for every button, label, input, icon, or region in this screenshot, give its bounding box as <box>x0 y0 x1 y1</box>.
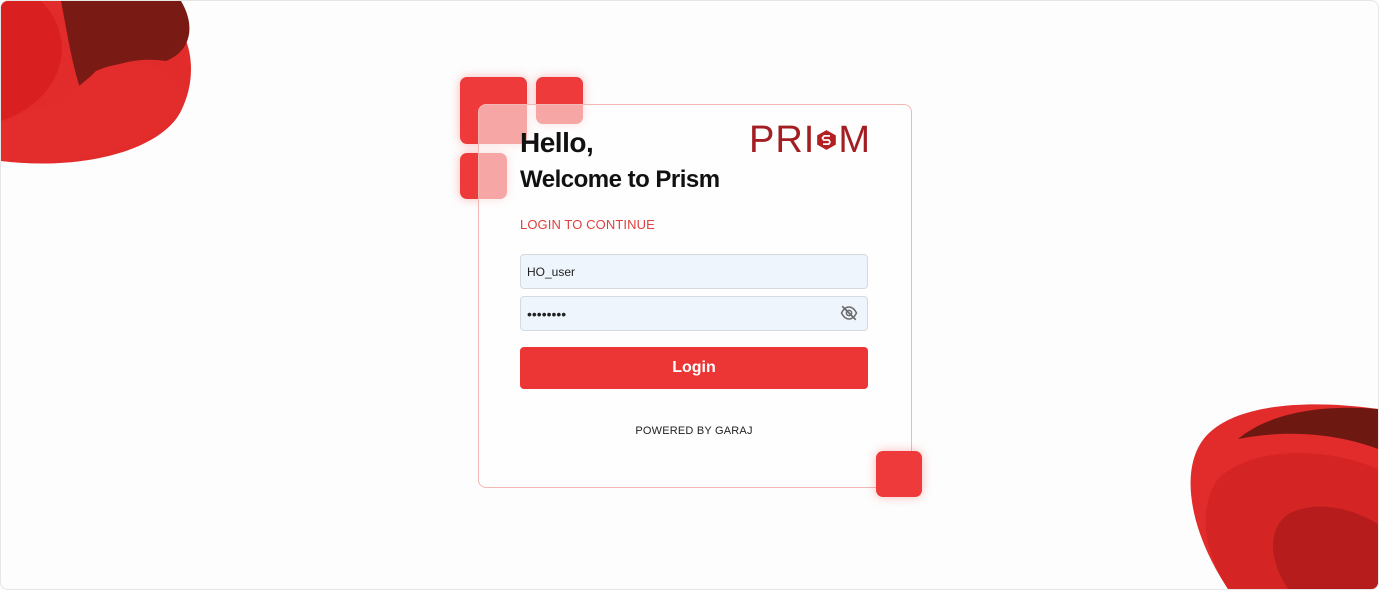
logo-text-right: M <box>838 119 871 161</box>
password-input[interactable] <box>520 296 868 331</box>
prism-logo: PRI M <box>749 121 871 159</box>
welcome-heading: Welcome to Prism <box>520 166 720 193</box>
logo-text-left: PRI <box>749 119 816 161</box>
ribbon-decoration-top-left <box>1 1 191 164</box>
username-input[interactable] <box>520 254 868 289</box>
greeting-heading: Hello, <box>520 127 594 158</box>
ribbon-decoration-bottom-right <box>1190 404 1378 589</box>
eye-off-icon[interactable] <box>840 305 858 321</box>
login-page: Hello, Welcome to Prism PRI M LOGIN TO C… <box>0 0 1379 590</box>
logo-s-mark-icon <box>817 130 837 150</box>
login-button[interactable]: Login <box>520 347 868 389</box>
login-subtitle: LOGIN TO CONTINUE <box>520 217 655 232</box>
decorative-square <box>876 451 922 497</box>
powered-by-text: POWERED BY GARAJ <box>635 425 753 437</box>
